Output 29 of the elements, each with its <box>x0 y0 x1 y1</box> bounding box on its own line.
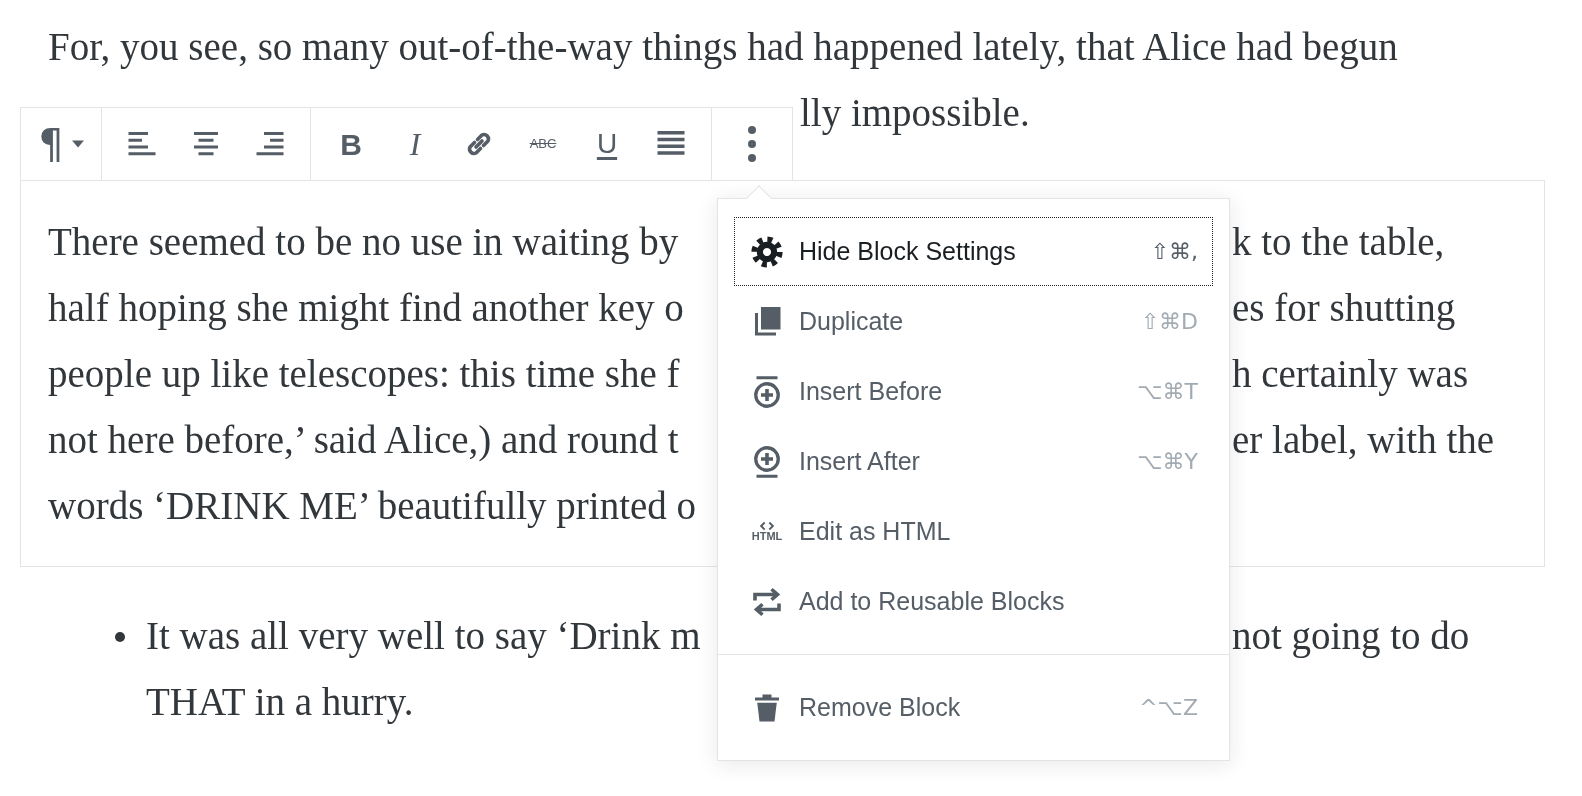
text-line: It was all very well to say ‘Drink m <box>146 614 701 657</box>
format-button[interactable]: ABC <box>513 116 573 172</box>
format-button[interactable]: U <box>577 116 637 172</box>
gear-icon <box>749 233 785 270</box>
text-line: k to the table, <box>1232 219 1445 265</box>
text-line: There seemed to be no use in waiting by <box>48 220 679 263</box>
menu-item[interactable]: Hide Block Settings ⇧⌘, <box>734 217 1213 286</box>
more-options-icon <box>748 126 756 162</box>
text-line: not going to do <box>1232 613 1470 660</box>
text-line: not here before,’ said Alice,) and round t <box>48 418 679 461</box>
menu-item[interactable]: Insert After ⌥⌘Y <box>734 427 1213 496</box>
format-button[interactable]: B <box>321 116 381 172</box>
text-line: THAT in a hurry. <box>146 680 414 723</box>
format-button[interactable]: I <box>385 116 445 172</box>
text-line: half hoping she might find another key o <box>48 286 684 329</box>
menu-item[interactable]: Add to Reusable Blocks <box>734 567 1213 636</box>
text-line: es for shutting <box>1232 285 1456 332</box>
format-button[interactable]: ¶ <box>31 116 91 172</box>
menu-item[interactable]: HTML Edit as HTML <box>734 497 1213 566</box>
text-line: For, you see, so many out-of-the-way things had happened lately, that Alice had begun <box>48 25 1398 68</box>
text-line: h certainly was <box>1232 351 1469 398</box>
text-line: words ‘DRINK ME’ beautifully printed o <box>48 484 697 527</box>
bullet-icon <box>115 632 125 642</box>
menu-item[interactable]: Insert Before ⌥⌘T <box>734 357 1213 426</box>
menu-item[interactable]: Remove Block ^⌥Z <box>734 673 1213 742</box>
menu-item[interactable]: Duplicate ⇧⌘D <box>734 287 1213 356</box>
text-line: lly impossible. <box>800 90 1030 137</box>
text-line: people up like telescopes: this time she f <box>48 352 680 395</box>
text-line: er label, with the <box>1232 417 1495 463</box>
